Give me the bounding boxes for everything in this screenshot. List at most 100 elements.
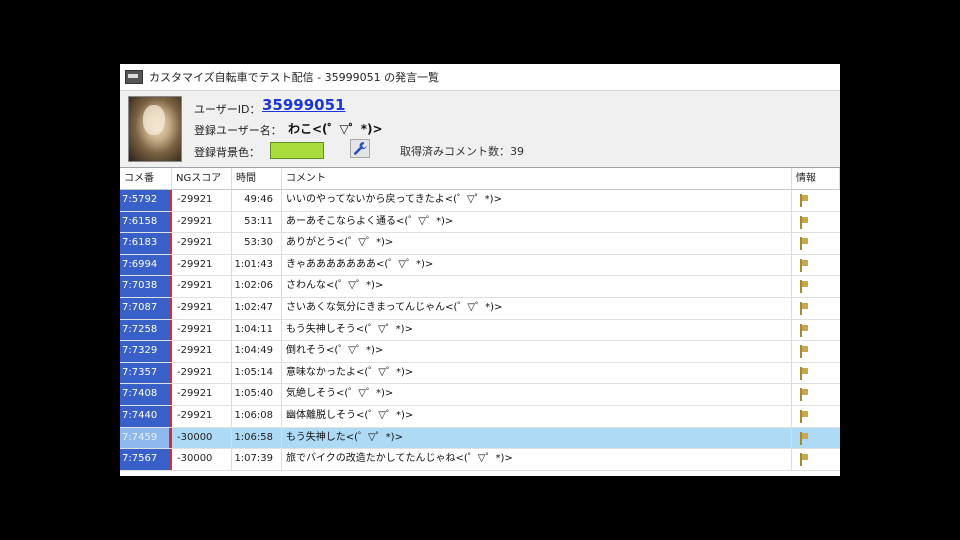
table-row[interactable]: 7:7329 -29921 1:04:49 倒れそう<(゜▽゜*)> bbox=[120, 341, 840, 363]
user-name-value: わこ<(゜▽゜*)> bbox=[288, 122, 383, 136]
column-header-time[interactable]: 時間 bbox=[232, 168, 282, 189]
comment-number-cell: 7:6183 bbox=[120, 233, 172, 254]
time-cell: 1:02:06 bbox=[232, 276, 282, 297]
flag-icon[interactable] bbox=[800, 301, 808, 315]
table-row[interactable]: 7:6183 -29921 53:30 ありがとう<(゜▽゜*)> bbox=[120, 233, 840, 255]
comment-number-cell: 7:7258 bbox=[120, 319, 172, 341]
ng-score-cell: -29921 bbox=[172, 233, 232, 254]
info-cell[interactable] bbox=[792, 255, 840, 276]
ng-score-cell: -29921 bbox=[172, 254, 232, 276]
ng-score-cell: -29921 bbox=[172, 276, 232, 297]
table-row[interactable]: 7:7038 -29921 1:02:06 さわんな<(゜▽゜*)> bbox=[120, 276, 840, 298]
ng-score-cell: -30000 bbox=[172, 449, 232, 470]
settings-button[interactable] bbox=[350, 139, 370, 158]
column-header-info[interactable]: 情報 bbox=[792, 168, 840, 189]
letterbox-left bbox=[0, 0, 120, 540]
comment-cell: もう失神しそう<(゜▽゜*)> bbox=[282, 319, 792, 341]
comment-cell: さわんな<(゜▽゜*)> bbox=[282, 276, 792, 297]
time-cell: 53:11 bbox=[232, 211, 282, 233]
table-row[interactable]: 7:7408 -29921 1:05:40 気絶しそう<(゜▽゜*)> bbox=[120, 384, 840, 406]
info-cell[interactable] bbox=[792, 298, 840, 319]
flag-icon[interactable] bbox=[800, 409, 808, 423]
flag-icon[interactable] bbox=[800, 237, 808, 251]
time-cell: 49:46 bbox=[232, 190, 282, 211]
comment-cell: さいあくな気分にきまってんじゃん<(゜▽゜*)> bbox=[282, 297, 792, 319]
table-row[interactable]: 7:7567 -30000 1:07:39 旅でバイクの改造たかしてたんじゃね<(゜▽… bbox=[120, 449, 840, 471]
flag-icon[interactable] bbox=[800, 453, 808, 467]
comment-cell: 倒れそう<(゜▽゜*)> bbox=[282, 341, 792, 362]
ng-score-cell: -29921 bbox=[172, 297, 232, 319]
comment-count: 取得済みコメント数：39 bbox=[400, 143, 524, 159]
ng-score-cell: -29921 bbox=[172, 362, 232, 384]
info-cell[interactable] bbox=[792, 449, 840, 470]
time-cell: 1:01:43 bbox=[232, 254, 282, 276]
table-body: 7:5792 -29921 49:46 いいのやってないから戻ってきたよ<(゜▽゜*)… bbox=[120, 190, 840, 471]
flag-icon[interactable] bbox=[800, 194, 808, 207]
time-cell: 53:30 bbox=[232, 233, 282, 254]
ng-score-cell: -29921 bbox=[172, 405, 232, 427]
info-cell[interactable] bbox=[792, 320, 840, 341]
info-cell[interactable] bbox=[792, 341, 840, 362]
column-header-no[interactable]: コメ番 bbox=[120, 168, 172, 189]
flag-icon[interactable] bbox=[800, 280, 808, 294]
comment-cell: もう失神した<(゜▽゜*)> bbox=[282, 427, 792, 449]
info-cell[interactable] bbox=[792, 276, 840, 297]
title-bar[interactable]: カスタマイズ自転車でテスト配信 - 35999051 の発言一覧 bbox=[120, 64, 840, 91]
column-header-ng-score[interactable]: NGスコア bbox=[172, 168, 232, 189]
ng-score-cell: -29921 bbox=[172, 341, 232, 362]
comment-cell: あーあそこならよく通る<(゜▽゜*)> bbox=[282, 211, 792, 233]
flag-icon[interactable] bbox=[800, 323, 808, 337]
comment-number-cell: 7:7038 bbox=[120, 276, 172, 297]
ng-score-cell: -29921 bbox=[172, 384, 232, 405]
table-row[interactable]: 7:6158 -29921 53:11 あーあそこならよく通る<(゜▽゜*)> bbox=[120, 211, 840, 234]
info-cell[interactable] bbox=[792, 190, 840, 211]
time-cell: 1:04:49 bbox=[232, 341, 282, 362]
table-row[interactable]: 7:7357 -29921 1:05:14 意味なかったよ<(゜▽゜*)> bbox=[120, 362, 840, 385]
flag-icon[interactable] bbox=[800, 388, 808, 402]
time-cell: 1:05:14 bbox=[232, 362, 282, 384]
comment-cell: きゃあああああああ<(゜▽゜*)> bbox=[282, 254, 792, 276]
flag-icon[interactable] bbox=[800, 366, 808, 380]
info-cell[interactable] bbox=[792, 406, 840, 427]
comment-number-cell: 7:7567 bbox=[120, 449, 172, 470]
bg-color-swatch[interactable] bbox=[270, 142, 324, 159]
column-header-comment[interactable]: コメント bbox=[282, 168, 792, 189]
table-row[interactable]: 7:6994 -29921 1:01:43 きゃあああああああ<(゜▽゜*)> bbox=[120, 254, 840, 277]
comment-number-cell: 7:7440 bbox=[120, 405, 172, 427]
time-cell: 1:06:08 bbox=[232, 405, 282, 427]
table-header: コメ番 NGスコア 時間 コメント 情報 bbox=[120, 168, 840, 190]
user-id-link[interactable]: 35999051 bbox=[262, 96, 346, 114]
table-row[interactable]: 7:7087 -29921 1:02:47 さいあくな気分にきまってんじゃん<(゜▽゜… bbox=[120, 297, 840, 320]
time-cell: 1:06:58 bbox=[232, 427, 282, 449]
table-row[interactable]: 7:5792 -29921 49:46 いいのやってないから戻ってきたよ<(゜▽゜*)… bbox=[120, 190, 840, 212]
time-cell: 1:04:11 bbox=[232, 319, 282, 341]
comment-count-value: 39 bbox=[510, 145, 524, 158]
info-cell[interactable] bbox=[792, 428, 840, 449]
window-title: カスタマイズ自転車でテスト配信 - 35999051 の発言一覧 bbox=[149, 71, 440, 84]
comment-cell: 幽体離脱しそう<(゜▽゜*)> bbox=[282, 405, 792, 427]
info-cell[interactable] bbox=[792, 363, 840, 384]
comment-cell: 気絶しそう<(゜▽゜*)> bbox=[282, 384, 792, 405]
comment-number-cell: 7:7357 bbox=[120, 362, 172, 384]
info-cell[interactable] bbox=[792, 212, 840, 233]
letterbox-right bbox=[840, 0, 960, 540]
comment-number-cell: 7:7459 bbox=[120, 427, 172, 449]
user-id-label: ユーザーID： bbox=[194, 103, 261, 116]
info-cell[interactable] bbox=[792, 384, 840, 405]
time-cell: 1:02:47 bbox=[232, 297, 282, 319]
info-cell[interactable] bbox=[792, 233, 840, 254]
user-name-label: 登録ユーザー名： bbox=[194, 124, 282, 137]
comment-cell: いいのやってないから戻ってきたよ<(゜▽゜*)> bbox=[282, 190, 792, 211]
table-row[interactable]: 7:7459 -30000 1:06:58 もう失神した<(゜▽゜*)> bbox=[120, 427, 840, 450]
ng-score-cell: -30000 bbox=[172, 427, 232, 449]
flag-icon[interactable] bbox=[800, 431, 808, 445]
ng-score-cell: -29921 bbox=[172, 211, 232, 233]
table-row[interactable]: 7:7258 -29921 1:04:11 もう失神しそう<(゜▽゜*)> bbox=[120, 319, 840, 342]
flag-icon[interactable] bbox=[800, 215, 808, 229]
comment-number-cell: 7:7087 bbox=[120, 297, 172, 319]
comment-cell: 意味なかったよ<(゜▽゜*)> bbox=[282, 362, 792, 384]
flag-icon[interactable] bbox=[800, 258, 808, 272]
table-row[interactable]: 7:7440 -29921 1:06:08 幽体離脱しそう<(゜▽゜*)> bbox=[120, 405, 840, 428]
flag-icon[interactable] bbox=[800, 345, 808, 359]
comment-number-cell: 7:7329 bbox=[120, 341, 172, 362]
